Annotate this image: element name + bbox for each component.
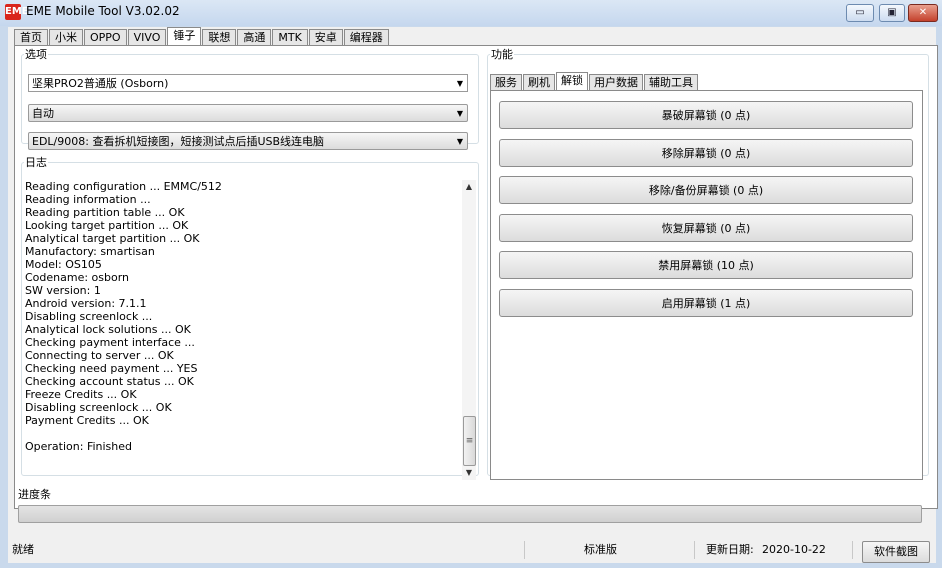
functions-legend: 功能 — [491, 48, 513, 61]
title-bar: EME EME Mobile Tool V3.02.02 ▭ ▣ ✕ — [0, 0, 942, 26]
log-line: Analytical lock solutions ... OK — [25, 323, 191, 336]
tab-lenovo[interactable]: 联想 — [202, 29, 237, 46]
log-line: Checking need payment ... YES — [25, 362, 198, 375]
tab-oppo[interactable]: OPPO — [84, 29, 127, 46]
log-line: Disabling screenlock ... — [25, 310, 153, 323]
log-group: 日志 Reading configuration ... EMMC/512 Rea… — [21, 154, 479, 480]
log-legend: 日志 — [25, 156, 47, 169]
window-title: EME Mobile Tool V3.02.02 — [26, 4, 180, 18]
tab-vivo[interactable]: VIVO — [127, 29, 167, 46]
dropdown-arrow-icon: ▼ — [456, 79, 463, 88]
tab-programmer[interactable]: 编程器 — [343, 29, 389, 46]
progress-bar — [18, 505, 922, 523]
edl-select-value: EDL/9008: 查看拆机短接图，短接测试点后插USB线连电脑 — [32, 135, 325, 148]
scroll-down-icon[interactable]: ▼ — [462, 466, 476, 480]
functions-group: 功能 服务 刷机 解锁 用户数据 辅助工具 暴破屏幕锁 (0 点) 移除屏幕锁 … — [487, 46, 929, 480]
log-line: Checking account status ... OK — [25, 375, 194, 388]
log-line: Connecting to server ... OK — [25, 349, 174, 362]
main-window: 首页 小米 OPPO VIVO 锤子 联想 高通 MTK 安卓 编程器 选项 坚… — [8, 27, 938, 563]
unlock-tab-page: 暴破屏幕锁 (0 点) 移除屏幕锁 (0 点) 移除/备份屏幕锁 (0 点) 恢… — [490, 90, 923, 480]
model-select-value: 坚果PRO2普通版 (Osborn) — [32, 77, 169, 90]
dropdown-arrow-icon: ▼ — [456, 137, 463, 146]
options-group: 选项 坚果PRO2普通版 (Osborn) ▼ 自动 ▼ EDL/9008: 查… — [21, 46, 479, 150]
model-select[interactable]: 坚果PRO2普通版 (Osborn) ▼ — [28, 74, 468, 92]
log-line: Model: OS105 — [25, 258, 102, 271]
tab-android[interactable]: 安卓 — [308, 29, 343, 46]
smartisan-tab-page: 选项 坚果PRO2普通版 (Osborn) ▼ 自动 ▼ EDL/9008: 查… — [14, 45, 938, 509]
minimize-button[interactable]: ▭ — [846, 4, 874, 22]
enable-lock-button[interactable]: 启用屏幕锁 (1 点) — [499, 289, 913, 317]
mode-select[interactable]: 自动 ▼ — [28, 104, 468, 122]
log-line: Codename: osborn — [25, 271, 130, 284]
close-button[interactable]: ✕ — [908, 4, 938, 22]
scrollbar-thumb[interactable]: ≡ — [463, 416, 476, 466]
options-legend: 选项 — [25, 48, 47, 61]
status-state: 就绪 — [12, 541, 525, 559]
log-line: Disabling screenlock ... OK — [25, 401, 172, 414]
app-logo-icon: EME — [5, 4, 29, 20]
log-line: SW version: 1 — [25, 284, 101, 297]
remove-backup-lock-button[interactable]: 移除/备份屏幕锁 (0 点) — [499, 176, 913, 204]
status-bar: 就绪 标准版 更新日期: 2020-10-22 — [8, 541, 856, 561]
function-tab-bar: 服务 刷机 解锁 用户数据 辅助工具 — [490, 72, 699, 92]
tab-mtk[interactable]: MTK — [272, 29, 308, 46]
update-date-label: 更新日期: — [706, 543, 754, 556]
tab-flash[interactable]: 刷机 — [523, 74, 555, 91]
log-line: Checking payment interface ... — [25, 336, 195, 349]
log-line: Reading configuration ... EMMC/512 — [25, 180, 222, 193]
tab-xiaomi[interactable]: 小米 — [49, 29, 83, 46]
log-line: Operation: Finished — [25, 440, 133, 453]
tab-smartisan[interactable]: 锤子 — [167, 27, 202, 47]
tab-qualcomm[interactable]: 高通 — [237, 29, 272, 46]
edl-select[interactable]: EDL/9008: 查看拆机短接图，短接测试点后插USB线连电脑 ▼ — [28, 132, 468, 150]
tab-tools[interactable]: 辅助工具 — [644, 74, 698, 91]
restore-lock-button[interactable]: 恢复屏幕锁 (0 点) — [499, 214, 913, 242]
status-edition: 标准版 — [584, 541, 695, 559]
disable-lock-button[interactable]: 禁用屏幕锁 (10 点) — [499, 251, 913, 279]
tab-service[interactable]: 服务 — [490, 74, 522, 91]
scroll-up-icon[interactable]: ▲ — [462, 180, 476, 194]
tab-user-data[interactable]: 用户数据 — [589, 74, 643, 91]
log-line: Looking target partition ... OK — [25, 219, 189, 232]
mode-select-value: 自动 — [32, 107, 54, 120]
log-line: Reading information ... — [25, 193, 151, 206]
log-line: Reading partition table ... OK — [25, 206, 185, 219]
main-tab-bar: 首页 小米 OPPO VIVO 锤子 联想 高通 MTK 安卓 编程器 — [14, 27, 390, 47]
dropdown-arrow-icon: ▼ — [456, 109, 463, 118]
progress-label: 进度条 — [18, 488, 51, 501]
tab-home[interactable]: 首页 — [14, 29, 48, 46]
tab-unlock[interactable]: 解锁 — [556, 72, 588, 92]
log-output[interactable]: Reading configuration ... EMMC/512 Readin… — [25, 180, 477, 478]
restore-button[interactable]: ▣ — [879, 4, 905, 22]
update-date-value: 2020-10-22 — [762, 541, 853, 559]
log-line: Freeze Credits ... OK — [25, 388, 137, 401]
log-line: Payment Credits ... OK — [25, 414, 149, 427]
remove-lock-button[interactable]: 移除屏幕锁 (0 点) — [499, 139, 913, 167]
brute-force-lock-button[interactable]: 暴破屏幕锁 (0 点) — [499, 101, 913, 129]
log-line: Android version: 7.1.1 — [25, 297, 147, 310]
screenshot-button[interactable]: 软件截图 — [862, 541, 930, 563]
log-scrollbar[interactable]: ▲ ≡ ▼ — [462, 180, 476, 480]
log-line: Manufactory: smartisan — [25, 245, 155, 258]
log-line: Analytical target partition ... OK — [25, 232, 200, 245]
